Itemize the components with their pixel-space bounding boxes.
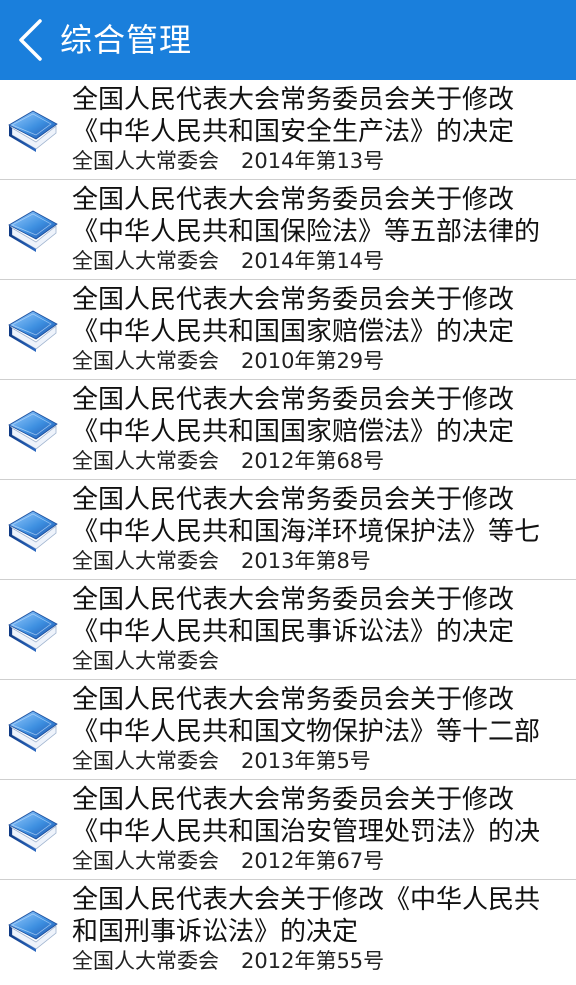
book-icon (8, 510, 58, 552)
item-title-line1: 全国人民代表大会常务委员会关于修改 (72, 285, 515, 315)
chevron-left-icon (19, 19, 42, 61)
item-title-line2: 《中华人民共和国文物保护法》等十二部 (72, 717, 541, 747)
book-icon (8, 110, 58, 152)
item-title-line1: 全国人民代表大会常务委员会关于修改 (72, 185, 515, 215)
item-title-line1: 全国人民代表大会常务委员会关于修改 (72, 585, 515, 615)
item-title-line2: 《中华人民共和国保险法》等五部法律的 (72, 217, 541, 247)
list-item-8[interactable]: 全国人民代表大会常务委员会关于修改 《中华人民共和国治安管理处罚法》的决 全国人… (0, 780, 576, 880)
list-item-9[interactable]: 全国人民代表大会关于修改《中华人民共 和国刑事诉讼法》的决定 全国人大常委会 20… (0, 880, 576, 980)
item-source: 全国人大常委会 (72, 649, 219, 673)
item-source: 全国人大常委会 (72, 949, 219, 973)
book-icon (8, 410, 58, 452)
item-issue: 2012年第55号 (241, 949, 385, 973)
item-source: 全国人大常委会 (72, 849, 219, 873)
item-meta: 全国人大常委会 2012年第67号 (72, 846, 574, 876)
app-window: 综合管理 全国人民代表大会常务委员会关于修改 《中华人民共和国安全生产法》的决定… (0, 0, 576, 985)
item-issue: 2014年第13号 (241, 149, 385, 173)
item-title-line2: 《中华人民共和国国家赔偿法》的决定 (72, 417, 515, 447)
book-icon (8, 910, 58, 952)
item-meta: 全国人大常委会 2014年第14号 (72, 246, 574, 276)
item-title-line2: 《中华人民共和国治安管理处罚法》的决 (72, 817, 541, 847)
item-issue: 2012年第67号 (241, 849, 385, 873)
list-item-4[interactable]: 全国人民代表大会常务委员会关于修改 《中华人民共和国国家赔偿法》的决定 全国人大… (0, 380, 576, 480)
item-title-line1: 全国人民代表大会常务委员会关于修改 (72, 85, 515, 115)
item-source: 全国人大常委会 (72, 249, 219, 273)
title-bar: 综合管理 (0, 0, 576, 80)
item-title-line2: 《中华人民共和国国家赔偿法》的决定 (72, 317, 515, 347)
item-meta: 全国人大常委会 2014年第13号 (72, 146, 574, 176)
item-title-line1: 全国人民代表大会常务委员会关于修改 (72, 385, 515, 415)
book-icon (8, 210, 58, 252)
item-issue: 2010年第29号 (241, 349, 385, 373)
item-issue: 2013年第5号 (241, 749, 371, 773)
item-title-line2: 和国刑事诉讼法》的决定 (72, 917, 359, 947)
item-title-line2: 《中华人民共和国民事诉讼法》的决定 (72, 617, 515, 647)
document-list: 全国人民代表大会常务委员会关于修改 《中华人民共和国安全生产法》的决定 全国人大… (0, 80, 576, 980)
item-source: 全国人大常委会 (72, 549, 219, 573)
book-icon (8, 610, 58, 652)
item-title-line1: 全国人民代表大会常务委员会关于修改 (72, 685, 515, 715)
item-source: 全国人大常委会 (72, 449, 219, 473)
item-issue: 2014年第14号 (241, 249, 385, 273)
list-item-2[interactable]: 全国人民代表大会常务委员会关于修改 《中华人民共和国保险法》等五部法律的 全国人… (0, 180, 576, 280)
item-meta: 全国人大常委会 2012年第55号 (72, 946, 574, 976)
page-title: 综合管理 (60, 21, 193, 59)
list-item-7[interactable]: 全国人民代表大会常务委员会关于修改 《中华人民共和国文物保护法》等十二部 全国人… (0, 680, 576, 780)
list-item-1[interactable]: 全国人民代表大会常务委员会关于修改 《中华人民共和国安全生产法》的决定 全国人大… (0, 80, 576, 180)
item-source: 全国人大常委会 (72, 349, 219, 373)
list-item-6[interactable]: 全国人民代表大会常务委员会关于修改 《中华人民共和国民事诉讼法》的决定 全国人大… (0, 580, 576, 680)
book-icon (8, 310, 58, 352)
list-item-5[interactable]: 全国人民代表大会常务委员会关于修改 《中华人民共和国海洋环境保护法》等七 全国人… (0, 480, 576, 580)
item-title-line1: 全国人民代表大会常务委员会关于修改 (72, 485, 515, 515)
item-title-line1: 全国人民代表大会关于修改《中华人民共 (72, 885, 541, 915)
item-title-line1: 全国人民代表大会常务委员会关于修改 (72, 785, 515, 815)
item-source: 全国人大常委会 (72, 749, 219, 773)
item-issue: 2012年第68号 (241, 449, 385, 473)
item-issue: 2013年第8号 (241, 549, 371, 573)
item-meta: 全国人大常委会 2013年第5号 (72, 746, 574, 776)
item-source: 全国人大常委会 (72, 149, 219, 173)
book-icon (8, 810, 58, 852)
item-meta: 全国人大常委会 2010年第29号 (72, 346, 574, 376)
item-meta: 全国人大常委会 2013年第8号 (72, 546, 574, 576)
item-title-line2: 《中华人民共和国海洋环境保护法》等七 (72, 517, 541, 547)
back-button[interactable] (6, 0, 56, 80)
list-item-3[interactable]: 全国人民代表大会常务委员会关于修改 《中华人民共和国国家赔偿法》的决定 全国人大… (0, 280, 576, 380)
item-title-line2: 《中华人民共和国安全生产法》的决定 (72, 117, 515, 147)
item-meta: 全国人大常委会 (72, 646, 574, 676)
item-meta: 全国人大常委会 2012年第68号 (72, 446, 574, 476)
book-icon (8, 710, 58, 752)
